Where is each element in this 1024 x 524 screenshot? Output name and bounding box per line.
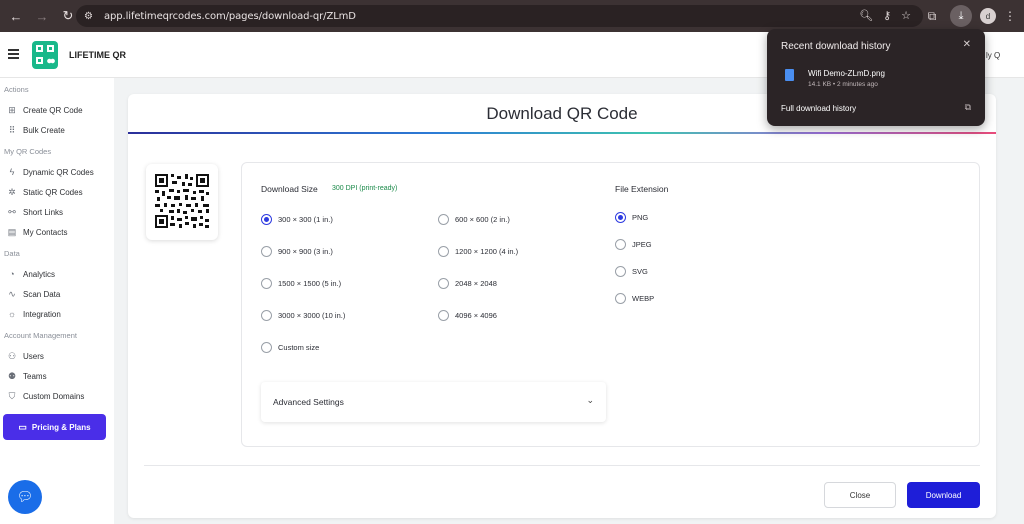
sidebar: Actions ⊞ Create QR Code ⠿ Bulk Create My …: [0, 78, 114, 524]
size-option-300[interactable]: 300 × 300 (1 in.): [261, 214, 333, 225]
ext-option-svg[interactable]: SVG: [615, 266, 648, 277]
team-icon: ⚉: [7, 370, 17, 381]
size-option-600[interactable]: 600 × 600 (2 in.): [438, 214, 510, 225]
more-menu-icon[interactable]: ⋮: [1004, 9, 1016, 23]
close-button[interactable]: Close: [824, 482, 896, 508]
radio-icon[interactable]: [261, 342, 272, 353]
sidebar-section-actions: Actions: [4, 85, 29, 94]
radio-icon[interactable]: [261, 310, 272, 321]
sidebar-item-integration[interactable]: ☼ Integration: [0, 304, 114, 324]
hamburger-menu-icon[interactable]: [8, 49, 19, 61]
radio-icon[interactable]: [261, 246, 272, 257]
ext-option-png[interactable]: PNG: [615, 212, 648, 223]
full-history-link[interactable]: Full download history: [781, 104, 856, 113]
radio-icon[interactable]: [438, 246, 449, 257]
lightning-icon: ϟ: [9, 167, 15, 177]
pricing-plans-button[interactable]: ▭ Pricing & Plans: [3, 414, 106, 440]
sidebar-item-dynamic-qr[interactable]: ϟ Dynamic QR Codes: [0, 162, 114, 182]
advanced-settings-accordion[interactable]: Advanced Settings ⌄: [261, 382, 606, 422]
pie-chart-icon: ◔: [9, 269, 15, 279]
brand-name: LIFETIME QR: [69, 50, 126, 60]
chat-icon: 💬︎: [16, 489, 34, 504]
sidebar-item-bulk-create[interactable]: ⠿ Bulk Create: [0, 120, 114, 140]
size-option-900[interactable]: 900 × 900 (3 in.): [261, 246, 333, 257]
sidebar-item-scan-data[interactable]: ∿ Scan Data: [0, 284, 114, 304]
extensions-icon[interactable]: ⧉: [922, 9, 942, 24]
size-option-1500[interactable]: 1500 × 1500 (5 in.): [261, 278, 341, 289]
sparkle-icon: ✲: [8, 186, 16, 197]
back-icon[interactable]: ←: [6, 6, 26, 26]
size-option-2048[interactable]: 2048 × 2048: [438, 278, 497, 289]
bulb-icon: ☼: [7, 309, 17, 319]
zoom-icon[interactable]: 🔍︎: [859, 9, 873, 22]
qr-code-image: [155, 174, 209, 228]
grid-icon: ⠿: [8, 124, 16, 135]
size-option-1200[interactable]: 1200 × 1200 (4 in.): [438, 246, 518, 257]
forward-icon[interactable]: →: [32, 6, 52, 26]
download-size-heading: Download Size: [261, 184, 318, 194]
bookmark-star-icon[interactable]: ☆: [901, 9, 911, 22]
key-icon[interactable]: ⚷: [883, 9, 891, 22]
user-add-icon: ⚇: [7, 350, 17, 361]
radio-icon[interactable]: [438, 310, 449, 321]
logo[interactable]: [32, 41, 58, 69]
link-icon: ⚯: [8, 206, 16, 217]
size-option-3000[interactable]: 3000 × 3000 (10 in.): [261, 310, 345, 321]
radio-selected-icon[interactable]: [615, 212, 626, 223]
close-icon[interactable]: ✕: [963, 39, 971, 50]
shield-icon: ⛉: [8, 390, 16, 401]
download-icon[interactable]: ⤓: [950, 5, 972, 27]
advanced-settings-label: Advanced Settings: [273, 397, 344, 407]
address-bar[interactable]: ⚙ app.lifetimeqrcodes.com/pages/download…: [76, 5, 923, 27]
dpi-note: 300 DPI (print-ready): [332, 185, 398, 192]
chevron-down-icon: ⌄: [586, 395, 594, 405]
radio-icon[interactable]: [438, 214, 449, 225]
plus-square-icon: ⊞: [8, 104, 16, 115]
file-icon: [785, 69, 794, 81]
radio-icon[interactable]: [615, 239, 626, 250]
ext-option-jpeg[interactable]: JPEG: [615, 239, 652, 250]
sidebar-item-create-qr[interactable]: ⊞ Create QR Code: [0, 100, 114, 120]
site-info-icon[interactable]: ⚙: [84, 11, 98, 22]
sidebar-item-my-contacts[interactable]: ▤ My Contacts: [0, 222, 114, 242]
qr-preview: [146, 164, 218, 240]
sidebar-item-short-links[interactable]: ⚯ Short Links: [0, 202, 114, 222]
download-file-meta: 14.1 KB • 2 minutes ago: [808, 81, 878, 88]
radio-icon[interactable]: [615, 293, 626, 304]
browser-toolbar: ← → ↻ ⚙ app.lifetimeqrcodes.com/pages/do…: [0, 0, 1024, 32]
sidebar-item-custom-domains[interactable]: ⛉ Custom Domains: [0, 386, 114, 406]
download-file-name[interactable]: Wifi Demo-ZLmD.png: [808, 69, 885, 78]
sidebar-item-analytics[interactable]: ◔ Analytics: [0, 264, 114, 284]
radio-icon[interactable]: [438, 278, 449, 289]
title-divider: [128, 132, 996, 134]
reload-icon[interactable]: ↻: [58, 6, 78, 26]
download-button[interactable]: Download: [907, 482, 980, 508]
popup-title: Recent download history: [781, 41, 891, 52]
user-menu[interactable]: ly Q: [986, 51, 1000, 60]
radio-selected-icon[interactable]: [261, 214, 272, 225]
profile-avatar[interactable]: d: [980, 8, 996, 24]
file-extension-heading: File Extension: [615, 184, 669, 194]
footer-divider: [144, 465, 980, 466]
chat-support-button[interactable]: 💬︎: [8, 480, 42, 514]
open-external-icon[interactable]: ⧉: [965, 102, 971, 113]
sidebar-section-account: Account Management: [4, 331, 77, 340]
size-option-4096[interactable]: 4096 × 4096: [438, 310, 497, 321]
sidebar-item-static-qr[interactable]: ✲ Static QR Codes: [0, 182, 114, 202]
download-history-popup: Recent download history ✕ Wifi Demo-ZLmD…: [767, 29, 985, 126]
card-icon: ▭: [18, 421, 27, 432]
sidebar-section-my-qr: My QR Codes: [4, 147, 52, 156]
download-card: Download QR Code Download Size 300 DPI (…: [128, 94, 996, 518]
size-option-custom[interactable]: Custom size: [261, 342, 319, 353]
activity-icon: ∿: [8, 288, 16, 299]
sidebar-section-data: Data: [4, 249, 20, 258]
contacts-icon: ▤: [7, 226, 17, 237]
sidebar-item-users[interactable]: ⚇ Users: [0, 346, 114, 366]
radio-icon[interactable]: [615, 266, 626, 277]
sidebar-item-teams[interactable]: ⚉ Teams: [0, 366, 114, 386]
ext-option-webp[interactable]: WEBP: [615, 293, 654, 304]
url-text[interactable]: app.lifetimeqrcodes.com/pages/download-q…: [104, 11, 356, 22]
radio-icon[interactable]: [261, 278, 272, 289]
